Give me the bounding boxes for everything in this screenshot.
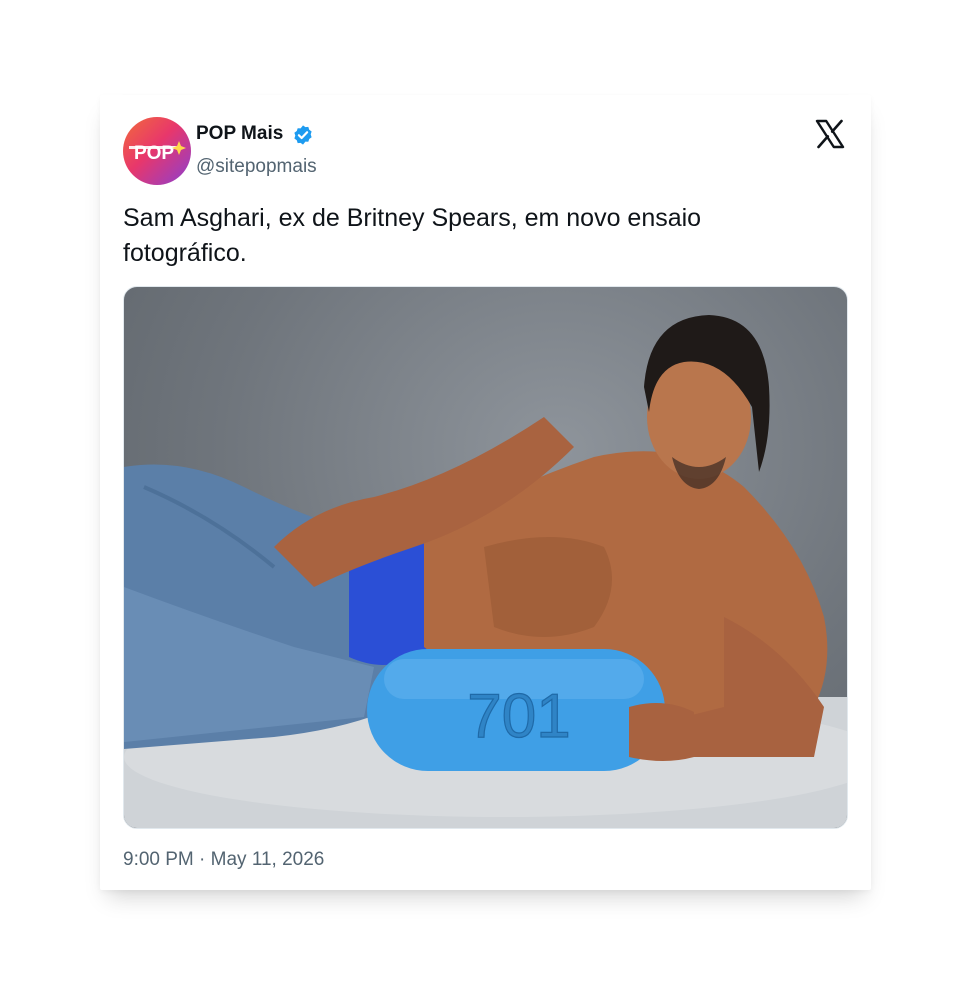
photo-illustration: 701 xyxy=(124,315,847,828)
avatar[interactable]: POP xyxy=(123,117,191,185)
tweet-text: Sam Asghari, ex de Britney Spears, em no… xyxy=(123,204,702,267)
tweet-time: 9:00 PM xyxy=(123,849,194,870)
tweet-timestamp[interactable]: 9:00 PM · May 11, 2026 xyxy=(123,849,324,871)
avatar-text: POP xyxy=(134,143,174,164)
x-logo-icon[interactable] xyxy=(814,118,846,150)
timestamp-separator: · xyxy=(199,849,206,870)
avatar-logo: POP xyxy=(129,141,186,164)
tweet-media-image[interactable]: 701 xyxy=(123,286,848,829)
author-name[interactable]: POP Mais xyxy=(196,123,283,145)
pill-text: 701 xyxy=(467,682,570,751)
author-handle[interactable]: @sitepopmais xyxy=(196,156,317,178)
verified-badge-icon xyxy=(294,125,312,145)
tweet-date: May 11, 2026 xyxy=(210,849,325,870)
